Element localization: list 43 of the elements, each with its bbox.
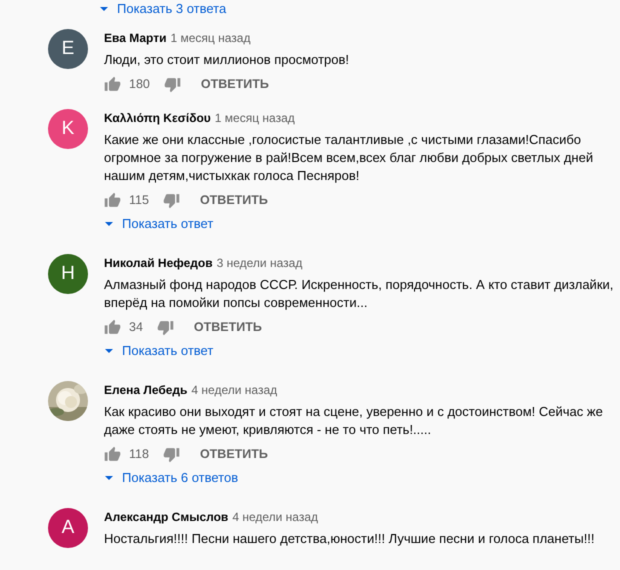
thumbs-up-icon[interactable] (104, 318, 121, 336)
author-name[interactable]: Ева Марти (104, 29, 166, 47)
comment-text: Ностальгия!!!! Песни нашего детства,юности!!! Лучшие песни и голоса планеты!!! (104, 530, 596, 548)
show-replies-link[interactable]: Показать ответ (122, 214, 214, 234)
reply-button[interactable]: ОТВЕТИТЬ (194, 318, 262, 336)
author-name[interactable]: Καλλιόπη Κεσίδου (104, 109, 211, 127)
avatar: H (48, 254, 88, 294)
thumbs-down-icon[interactable] (164, 76, 181, 92)
comment-text: Алмазный фонд народов СССР. Искренность, порядочность. А кто ставит дизлайки, вперёд на помойки попсы современности... (104, 276, 614, 312)
avatar: K (48, 109, 88, 149)
reply-button[interactable]: ОТВЕТИТЬ (200, 444, 268, 464)
author-name[interactable]: Николай Нефедов (104, 254, 213, 272)
comment-time[interactable]: 4 недели назад (232, 508, 318, 526)
like-count: 34 (129, 318, 143, 336)
thumbs-down-icon[interactable] (162, 446, 180, 462)
author-name[interactable]: Александр Смыслов (104, 508, 228, 526)
reply-button[interactable]: ОТВЕТИТЬ (200, 190, 268, 210)
caret-icon[interactable] (104, 473, 114, 483)
thumbs-up-icon[interactable] (104, 446, 121, 462)
caret-icon[interactable] (104, 219, 114, 229)
comment-text: Как красиво они выходят и стоят на сцене, уверенно и с достоинством! Сейчас же даже стоять не умеют, кривляются - не то что петь!..... (104, 403, 604, 439)
thumbs-down-icon[interactable] (162, 192, 180, 208)
comment-time[interactable]: 1 месяц назад (170, 29, 250, 47)
caret-icon[interactable] (104, 346, 114, 356)
comment-text: Какие же они классные ,голосистые талантливые ,с чистыми глазами!Спасибо огромное за погружение в рай!Всем всем,всех благ любви добрых светлых дней нашим детям,чистыхкак голоса Песняров! (104, 131, 594, 185)
show-replies-link[interactable]: Показать 3 ответа (117, 0, 226, 19)
caret-icon[interactable] (99, 4, 109, 14)
reply-button[interactable]: ОТВЕТИТЬ (200, 74, 269, 94)
thumbs-down-icon[interactable] (156, 318, 174, 336)
avatar: A (48, 508, 88, 548)
like-count: 115 (129, 192, 149, 209)
comment-time[interactable]: 4 недели назад (191, 381, 278, 399)
like-count: 118 (129, 446, 149, 463)
comment-time[interactable]: 1 месяц назад (214, 109, 295, 127)
avatar: E (48, 29, 88, 69)
thumbs-up-icon[interactable] (104, 76, 121, 92)
show-replies-link[interactable]: Показать 6 ответов (122, 468, 238, 488)
comment-text: Люди, это стоит миллионов просмотров! (104, 51, 350, 69)
thumbs-up-icon[interactable] (104, 192, 121, 208)
show-replies-link[interactable]: Показать ответ (122, 341, 214, 361)
like-count: 180 (129, 76, 150, 93)
author-name[interactable]: Елена Лебедь (104, 381, 188, 399)
comment-time[interactable]: 3 недели назад (216, 254, 302, 272)
